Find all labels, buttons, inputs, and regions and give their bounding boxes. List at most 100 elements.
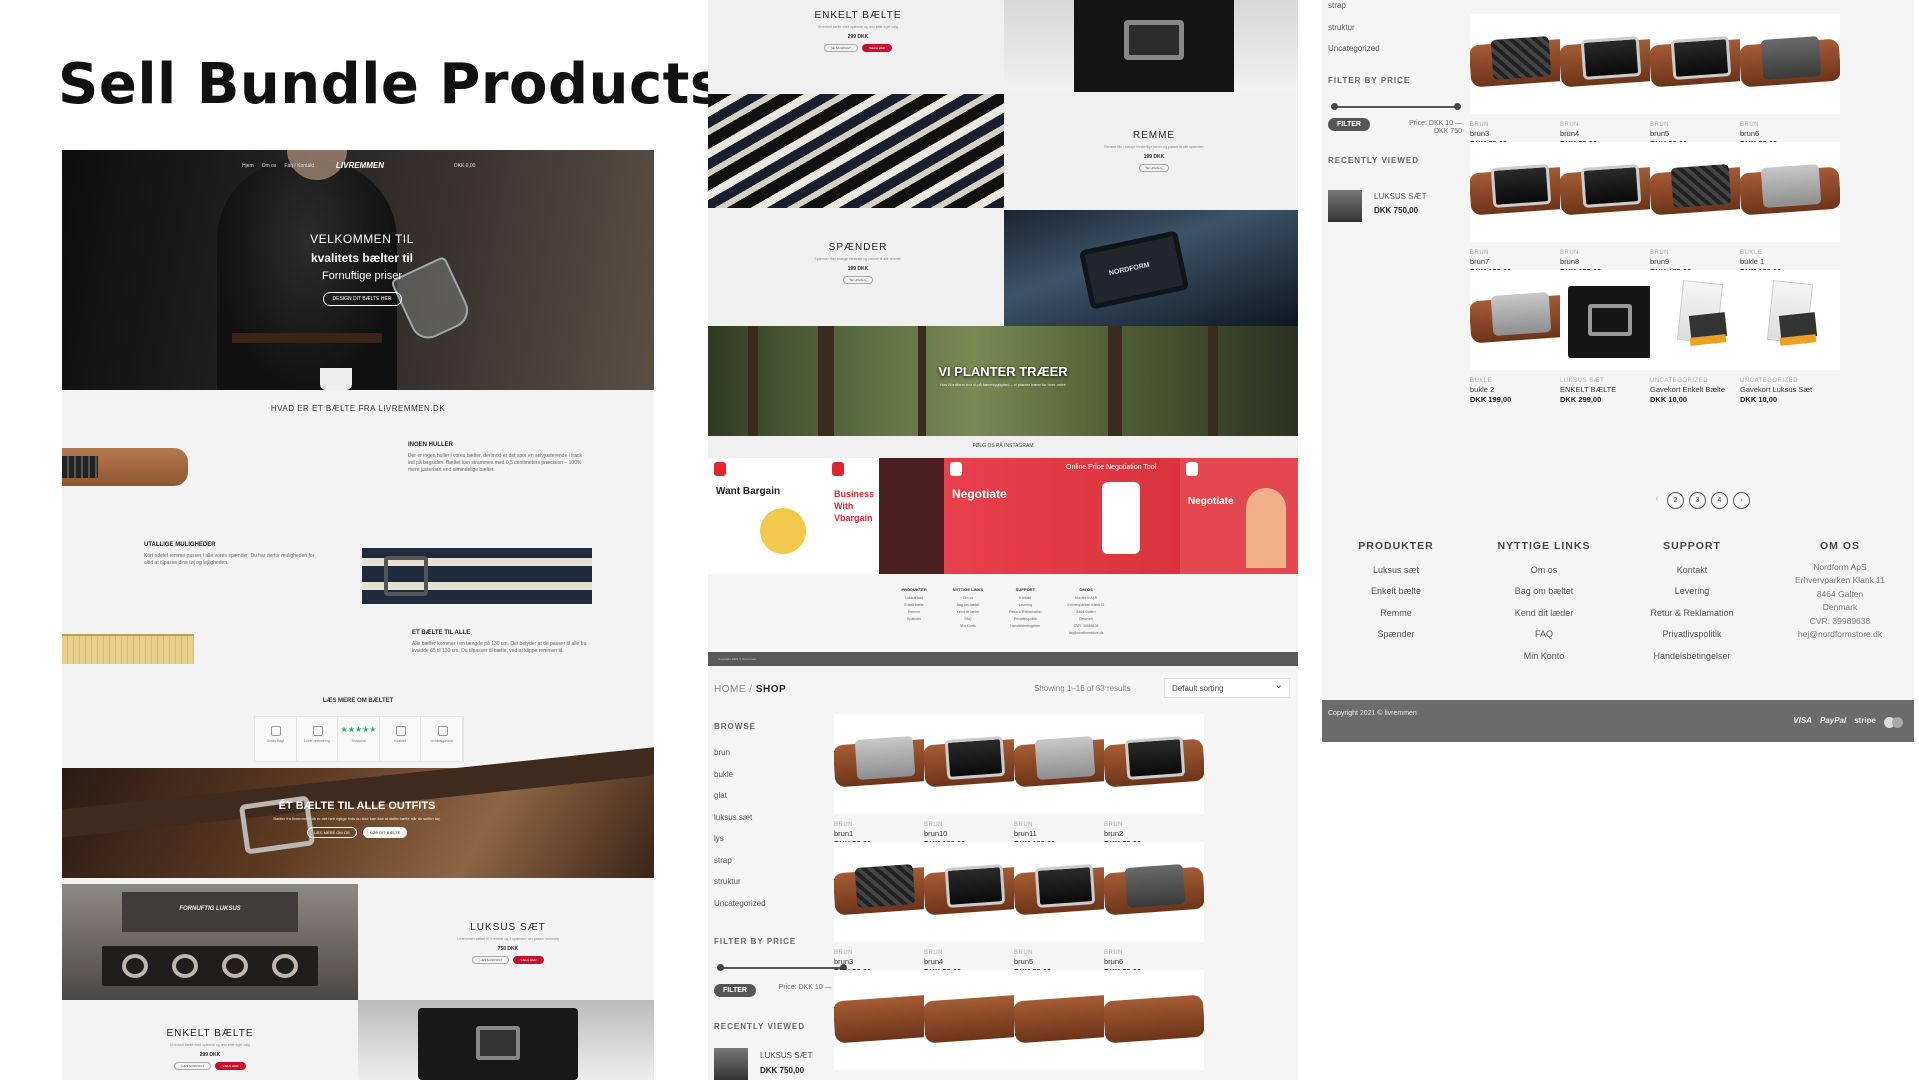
product-name[interactable]: brun1 — [834, 829, 934, 838]
product-card[interactable] — [924, 970, 1024, 1070]
product-image[interactable] — [834, 842, 934, 942]
product-card[interactable]: BRUN brun7 DKK 199,00 — [1470, 142, 1570, 276]
product-name[interactable]: brun3 — [1470, 129, 1570, 138]
see-selection-button[interactable]: SE UDVALG — [1138, 164, 1170, 172]
product-image[interactable] — [1470, 14, 1570, 114]
product-card[interactable]: BRUN brun2 DKK 30,00 — [1104, 714, 1204, 848]
product-card[interactable] — [1104, 970, 1204, 1070]
category-link[interactable]: strap — [714, 856, 732, 865]
page-link[interactable]: 2 — [1667, 492, 1684, 509]
product-image[interactable] — [1470, 270, 1570, 370]
product-card[interactable]: BRUN brun3 DKK 30,00 — [1470, 14, 1570, 148]
product-card[interactable]: UNCATEGORIZED Gavekort Enkelt Bælte DKK … — [1650, 270, 1750, 404]
product-name[interactable]: Gavekort Luksus Sæt — [1740, 385, 1840, 394]
choose-button[interactable]: VÆLG HER — [513, 956, 544, 964]
product-image[interactable] — [924, 970, 1024, 1070]
product-image[interactable] — [1560, 270, 1660, 370]
product-image[interactable] — [1650, 270, 1750, 370]
instagram-post[interactable]: Want Bargain — [708, 458, 826, 574]
product-card[interactable]: BRUN brun8 DKK 199,00 — [1560, 142, 1660, 276]
category-link[interactable]: lys — [714, 834, 724, 843]
product-card[interactable]: BUKLE bukle 1 DKK 199,00 — [1740, 142, 1840, 276]
nav-about[interactable]: Om os — [262, 163, 277, 169]
product-name[interactable]: brun5 — [1014, 957, 1114, 966]
cart-link[interactable]: DKK 0,00 — [454, 163, 475, 169]
next-page-icon[interactable]: › — [1733, 492, 1750, 509]
product-name[interactable]: brun2 — [1104, 829, 1204, 838]
category-link[interactable]: strap — [1328, 1, 1346, 10]
product-image[interactable] — [1014, 970, 1114, 1070]
price-slider[interactable] — [717, 964, 847, 971]
product-name[interactable]: brun4 — [924, 957, 1024, 966]
product-card[interactable]: BRUN brun5 DKK 30,00 — [1014, 842, 1114, 976]
product-image[interactable] — [1014, 714, 1114, 814]
price-slider[interactable] — [1331, 103, 1461, 110]
read-more-button[interactable]: LÆS SANDSIGT — [174, 1062, 212, 1070]
product-name[interactable]: brun7 — [1470, 257, 1570, 266]
product-card[interactable]: BRUN brun3 DKK 30,00 — [834, 842, 934, 976]
recent-product-thumb[interactable] — [714, 1048, 748, 1080]
page-link[interactable]: 4 — [1711, 492, 1728, 509]
product-card[interactable] — [834, 970, 934, 1070]
category-link[interactable]: luksus sæt — [714, 813, 752, 822]
product-card[interactable]: UNCATEGORIZED Gavekort Luksus Sæt DKK 10… — [1740, 270, 1840, 404]
category-link[interactable]: brun — [714, 748, 730, 757]
product-image[interactable] — [1650, 14, 1750, 114]
product-image[interactable] — [1104, 970, 1204, 1070]
product-name[interactable]: brun6 — [1104, 957, 1204, 966]
read-more-button[interactable]: SE SANDSIGT — [823, 44, 858, 52]
product-name[interactable]: brun10 — [924, 829, 1024, 838]
product-card[interactable]: BUKLE bukle 2 DKK 199,00 — [1470, 270, 1570, 404]
category-link[interactable]: struktur — [714, 877, 741, 886]
site-logo[interactable]: LIVREMMEN — [336, 161, 384, 170]
category-link[interactable]: Uncategorized — [714, 899, 766, 908]
read-more-link[interactable]: LÆS MERE OM BÆLTET — [62, 698, 654, 704]
product-image[interactable] — [1014, 842, 1114, 942]
product-name[interactable]: ENKELT BÆLTE — [1560, 385, 1660, 394]
instagram-post[interactable]: Negotiate Online Price Negotiation Tool — [944, 458, 1180, 574]
product-card[interactable]: BRUN brun5 DKK 30,00 — [1650, 14, 1750, 148]
nav-faq[interactable]: Faq / Kontakt — [284, 163, 314, 169]
about-us-button[interactable]: LÆS MERE OM OS — [306, 827, 357, 838]
product-card[interactable]: BRUN brun11 DKK 199,00 — [1014, 714, 1114, 848]
product-name[interactable]: brun5 — [1650, 129, 1750, 138]
instagram-heading[interactable]: FØLG OS PÅ INSTAGRAM — [708, 440, 1298, 454]
product-image[interactable] — [1560, 14, 1660, 114]
product-image[interactable] — [1740, 142, 1840, 242]
product-card[interactable] — [1014, 970, 1114, 1070]
product-image[interactable] — [1560, 142, 1660, 242]
product-name[interactable]: brun4 — [1560, 129, 1660, 138]
product-image[interactable] — [924, 714, 1024, 814]
product-card[interactable]: BRUN brun6 DKK 30,00 — [1740, 14, 1840, 148]
recent-product-name[interactable]: LUKSUS SÆT — [760, 1051, 812, 1060]
product-name[interactable]: brun8 — [1560, 257, 1660, 266]
see-selection-button[interactable]: SE UDVALG — [842, 276, 874, 284]
product-card[interactable]: BRUN brun1 DKK 30,00 — [834, 714, 934, 848]
product-image[interactable] — [1650, 142, 1750, 242]
product-name[interactable]: brun6 — [1740, 129, 1840, 138]
product-image[interactable] — [1104, 842, 1204, 942]
product-image[interactable] — [1104, 714, 1204, 814]
category-link[interactable]: struktur — [1328, 23, 1355, 32]
filter-button[interactable]: FILTER — [1328, 118, 1370, 131]
sort-select[interactable]: Default sorting — [1164, 678, 1290, 698]
design-belt-button[interactable]: DESIGN DIT BÆLTE HER — [322, 292, 402, 306]
product-card[interactable]: BRUN brun9 DKK 199,00 — [1650, 142, 1750, 276]
recent-product-name[interactable]: LUKSUS SÆT — [1374, 192, 1426, 201]
product-name[interactable]: brun3 — [834, 957, 934, 966]
product-image[interactable] — [1740, 270, 1840, 370]
filter-button[interactable]: FILTER — [714, 984, 756, 997]
page-link[interactable]: 3 — [1689, 492, 1706, 509]
product-card[interactable]: BRUN brun4 DKK 30,00 — [924, 842, 1024, 976]
choose-button[interactable]: VÆLG HER — [215, 1062, 246, 1070]
product-name[interactable]: brun11 — [1014, 829, 1114, 838]
choose-button[interactable]: VÆLG HER — [862, 44, 893, 52]
category-link[interactable]: glat — [714, 791, 727, 800]
product-name[interactable]: bukle 1 — [1740, 257, 1840, 266]
product-name[interactable]: brun9 — [1650, 257, 1750, 266]
product-card[interactable]: BRUN brun6 DKK 30,00 — [1104, 842, 1204, 976]
nav-home[interactable]: Hjem — [242, 163, 254, 169]
category-link[interactable]: Uncategorized — [1328, 44, 1380, 53]
product-name[interactable]: bukle 2 — [1470, 385, 1570, 394]
product-image[interactable] — [924, 842, 1024, 942]
